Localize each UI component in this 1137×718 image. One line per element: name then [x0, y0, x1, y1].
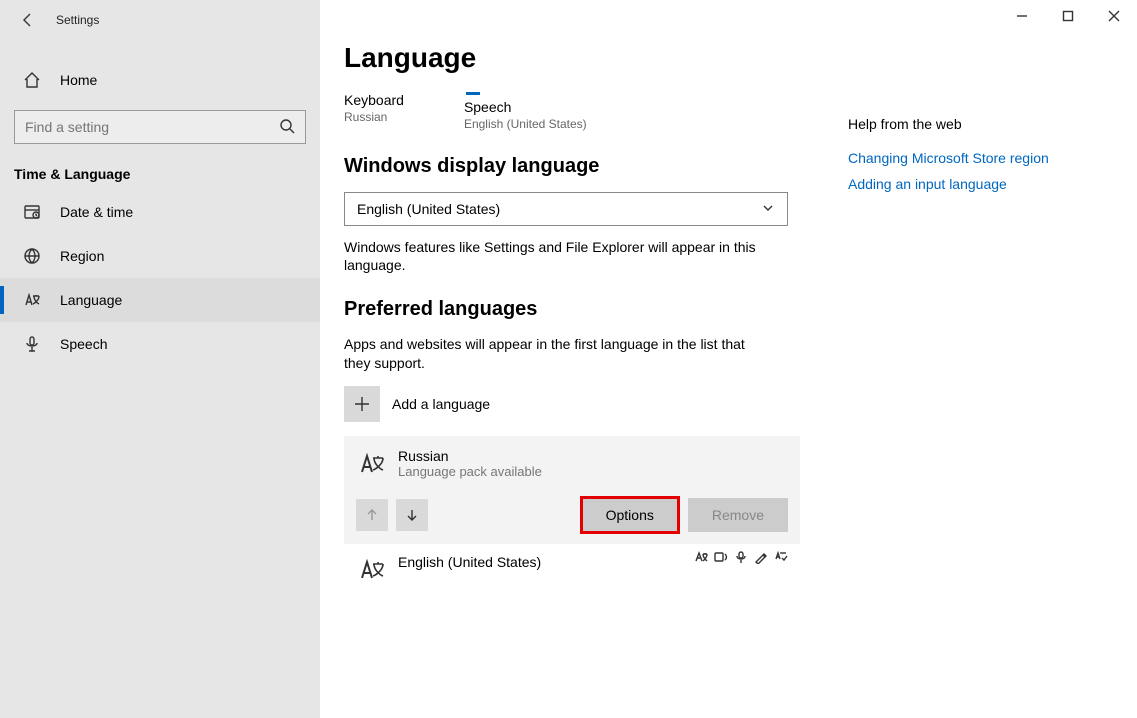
help-link-input-language[interactable]: Adding an input language — [848, 176, 1137, 192]
plus-icon — [344, 386, 380, 422]
chevron-down-icon — [761, 201, 775, 218]
speech-info-value: English (United States) — [464, 117, 587, 131]
handwriting-icon — [754, 550, 768, 564]
display-language-dropdown[interactable]: English (United States) — [344, 192, 788, 226]
speech-recognition-icon — [734, 550, 748, 564]
window-controls — [999, 0, 1137, 32]
language-card-english[interactable]: English (United States) — [344, 544, 800, 586]
display-language-heading: Windows display language — [344, 155, 780, 178]
language-sub: Language pack available — [398, 464, 542, 479]
language-glyph-icon — [356, 448, 388, 480]
text-to-speech-icon — [714, 550, 728, 564]
sidebar: Settings Home Time & Language Date & tim… — [0, 0, 320, 718]
nav-speech[interactable]: Speech — [0, 322, 320, 366]
display-language-icon — [694, 550, 708, 564]
nav-date-time[interactable]: Date & time — [0, 190, 320, 234]
nav-label: Region — [60, 248, 104, 264]
close-button[interactable] — [1091, 0, 1137, 32]
language-capabilities-icons — [694, 550, 788, 564]
titlebar: Settings — [0, 0, 320, 40]
search-input-wrap[interactable] — [14, 110, 306, 144]
nav-label: Language — [60, 292, 122, 308]
speech-info[interactable]: Speech English (United States) — [464, 92, 587, 131]
globe-icon — [22, 246, 42, 266]
app-title: Settings — [56, 13, 99, 27]
nav-label: Speech — [60, 336, 107, 352]
move-up-button[interactable] — [356, 499, 388, 531]
category-title: Time & Language — [0, 144, 320, 190]
page-title: Language — [344, 42, 780, 74]
add-language-button[interactable]: Add a language — [344, 386, 788, 422]
search-input[interactable] — [25, 119, 279, 135]
nav-label: Date & time — [60, 204, 133, 220]
selection-indicator — [466, 92, 480, 95]
home-icon — [22, 70, 42, 90]
language-name: English (United States) — [398, 554, 541, 570]
main-area: Language Keyboard Russian Speech English… — [320, 0, 1137, 718]
minimize-button[interactable] — [999, 0, 1045, 32]
nav-home-label: Home — [60, 72, 97, 88]
language-card-russian[interactable]: Russian Language pack available Options … — [344, 436, 800, 544]
add-language-label: Add a language — [392, 396, 490, 412]
nav-region[interactable]: Region — [0, 234, 320, 278]
microphone-icon — [22, 334, 42, 354]
calendar-clock-icon — [22, 202, 42, 222]
search-icon — [279, 118, 295, 137]
help-link-store-region[interactable]: Changing Microsoft Store region — [848, 150, 1137, 166]
language-info-row: Keyboard Russian Speech English (United … — [344, 92, 780, 131]
keyboard-info-title: Keyboard — [344, 92, 404, 108]
preferred-languages-desc: Apps and websites will appear in the fir… — [344, 335, 764, 371]
language-glyph-icon — [356, 554, 388, 586]
language-name: Russian — [398, 448, 542, 464]
help-title: Help from the web — [848, 116, 1137, 132]
remove-button[interactable]: Remove — [688, 498, 788, 532]
keyboard-info-value: Russian — [344, 110, 404, 124]
preferred-languages-heading: Preferred languages — [344, 298, 780, 321]
display-language-selected: English (United States) — [357, 201, 500, 217]
nav-home[interactable]: Home — [0, 60, 320, 100]
language-icon — [22, 290, 42, 310]
back-button[interactable] — [16, 8, 40, 32]
maximize-button[interactable] — [1045, 0, 1091, 32]
move-down-button[interactable] — [396, 499, 428, 531]
options-button[interactable]: Options — [582, 498, 678, 532]
nav-language[interactable]: Language — [0, 278, 320, 322]
spellcheck-icon — [774, 550, 788, 564]
help-column: Help from the web Changing Microsoft Sto… — [780, 0, 1137, 718]
content-column: Language Keyboard Russian Speech English… — [320, 0, 780, 718]
keyboard-info[interactable]: Keyboard Russian — [344, 92, 404, 131]
display-language-desc: Windows features like Settings and File … — [344, 238, 764, 274]
speech-info-title: Speech — [464, 99, 587, 115]
